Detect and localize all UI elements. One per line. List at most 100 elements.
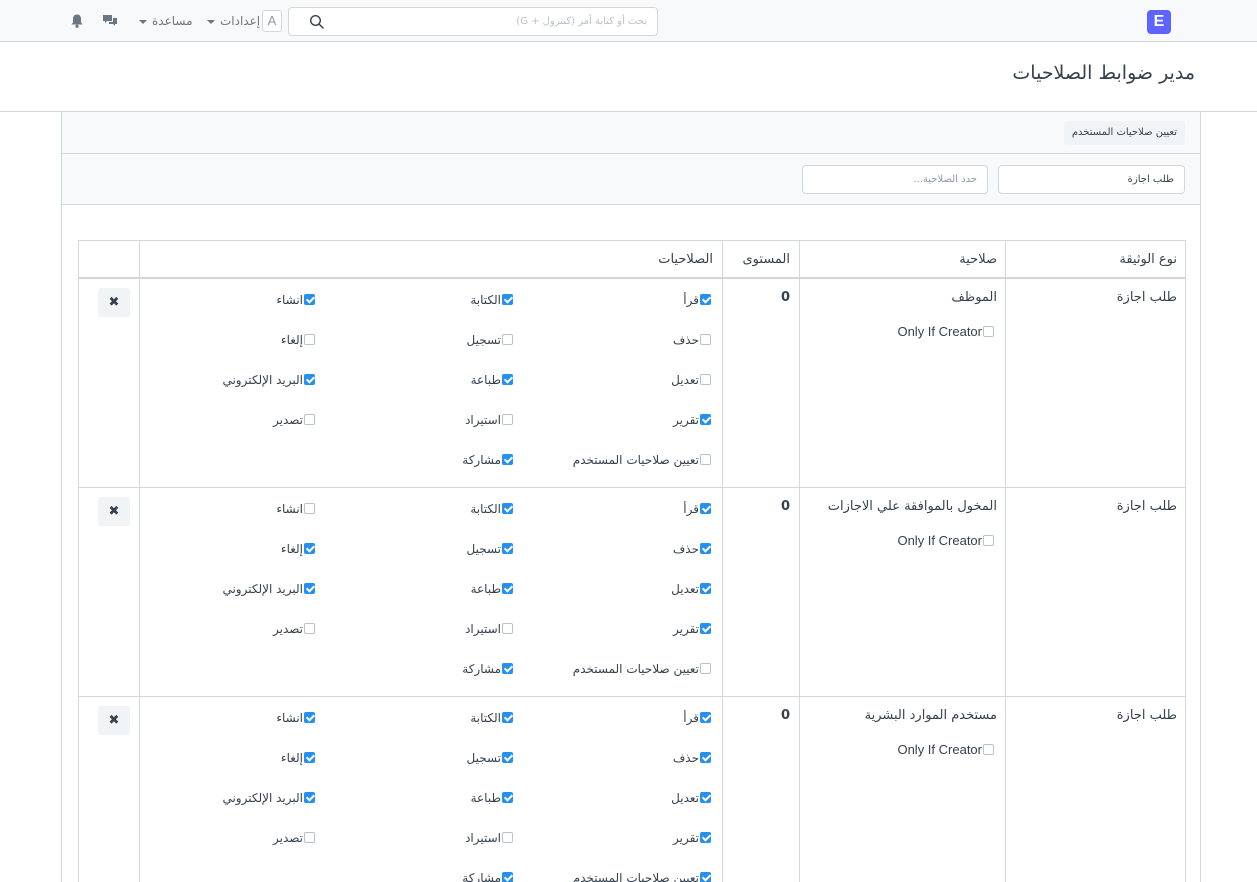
perm-set-user-permissions-checkbox[interactable]: تعيين صلاحيات المستخدم: [573, 661, 711, 677]
checkbox-icon[interactable]: [502, 454, 513, 465]
perm-create-checkbox[interactable]: انشاء: [276, 501, 315, 517]
checkbox-icon[interactable]: [700, 414, 711, 425]
checkbox-icon[interactable]: [502, 374, 513, 385]
role-filter-input[interactable]: حدد الصلاحية...: [802, 165, 988, 194]
perm-share-checkbox[interactable]: مشاركة: [462, 661, 513, 677]
checkbox-icon[interactable]: [304, 414, 315, 425]
checkbox-icon[interactable]: [700, 872, 711, 882]
perm-print-checkbox[interactable]: طباعة: [471, 372, 513, 388]
perm-share-checkbox[interactable]: مشاركة: [462, 452, 513, 468]
perm-amend-checkbox[interactable]: تعديل: [671, 372, 711, 388]
perm-export-checkbox[interactable]: تصدير: [273, 412, 315, 428]
perm-print-checkbox[interactable]: طباعة: [471, 790, 513, 806]
perm-amend-checkbox[interactable]: تعديل: [671, 790, 711, 806]
checkbox-icon[interactable]: [304, 832, 315, 843]
checkbox-icon[interactable]: [304, 543, 315, 554]
checkbox-icon[interactable]: [502, 414, 513, 425]
checkbox-icon[interactable]: [700, 792, 711, 803]
user-avatar[interactable]: A: [262, 10, 282, 32]
perm-import-checkbox[interactable]: استيراد: [465, 621, 513, 637]
app-logo[interactable]: E: [1147, 10, 1171, 34]
perm-import-checkbox[interactable]: استيراد: [465, 830, 513, 846]
only-if-creator-checkbox[interactable]: Only If Creator: [897, 742, 994, 757]
checkbox-icon[interactable]: [700, 832, 711, 843]
perm-cancel-checkbox[interactable]: إلغاء: [281, 541, 315, 557]
perm-print-checkbox[interactable]: طباعة: [471, 581, 513, 597]
only-if-creator-checkbox[interactable]: Only If Creator: [897, 533, 994, 548]
remove-row-button[interactable]: ✖: [98, 706, 130, 735]
perm-email-checkbox[interactable]: البريد الإلكتروني: [222, 790, 315, 806]
checkbox-icon[interactable]: [502, 663, 513, 674]
row-doctype[interactable]: طلب اجازة: [1117, 290, 1177, 305]
checkbox-icon[interactable]: [502, 503, 513, 514]
checkbox-icon[interactable]: [502, 712, 513, 723]
perm-delete-checkbox[interactable]: حذف: [673, 750, 711, 766]
checkbox-icon[interactable]: [304, 503, 315, 514]
checkbox-icon[interactable]: [502, 334, 513, 345]
checkbox-icon[interactable]: [304, 752, 315, 763]
perm-submit-checkbox[interactable]: تسجيل: [467, 750, 513, 766]
checkbox-icon[interactable]: [700, 663, 711, 674]
perm-delete-checkbox[interactable]: حذف: [673, 332, 711, 348]
row-doctype[interactable]: طلب اجازة: [1117, 499, 1177, 514]
checkbox-icon[interactable]: [700, 712, 711, 723]
checkbox-icon[interactable]: [304, 623, 315, 634]
perm-read-checkbox[interactable]: قرأ: [683, 292, 711, 308]
checkbox-icon[interactable]: [304, 374, 315, 385]
checkbox-icon[interactable]: [700, 623, 711, 634]
checkbox-icon[interactable]: [502, 832, 513, 843]
perm-share-checkbox[interactable]: مشاركة: [462, 870, 513, 882]
remove-row-button[interactable]: ✖: [98, 288, 130, 317]
remove-row-button[interactable]: ✖: [98, 497, 130, 526]
bell-icon[interactable]: [69, 13, 85, 29]
perm-import-checkbox[interactable]: استيراد: [465, 412, 513, 428]
checkbox-icon[interactable]: [700, 454, 711, 465]
checkbox-icon[interactable]: [983, 326, 994, 338]
perm-delete-checkbox[interactable]: حذف: [673, 541, 711, 557]
perm-write-checkbox[interactable]: الكتابة: [470, 710, 513, 726]
perm-email-checkbox[interactable]: البريد الإلكتروني: [222, 581, 315, 597]
checkbox-icon[interactable]: [502, 543, 513, 554]
checkbox-icon[interactable]: [700, 294, 711, 305]
perm-report-checkbox[interactable]: تقرير: [673, 412, 711, 428]
search-input[interactable]: بحث أو كتابة أمر (كنترول + G): [288, 7, 658, 36]
checkbox-icon[interactable]: [304, 792, 315, 803]
settings-dropdown[interactable]: إعدادات: [207, 0, 260, 42]
perm-export-checkbox[interactable]: تصدير: [273, 830, 315, 846]
checkbox-icon[interactable]: [983, 744, 994, 756]
checkbox-icon[interactable]: [502, 752, 513, 763]
checkbox-icon[interactable]: [304, 712, 315, 723]
row-doctype[interactable]: طلب اجازة: [1117, 708, 1177, 723]
checkbox-icon[interactable]: [502, 792, 513, 803]
perm-submit-checkbox[interactable]: تسجيل: [467, 541, 513, 557]
checkbox-icon[interactable]: [502, 623, 513, 634]
help-dropdown[interactable]: مساعدة: [139, 0, 193, 42]
perm-cancel-checkbox[interactable]: إلغاء: [281, 750, 315, 766]
doctype-filter-input[interactable]: طلب اجازة: [998, 165, 1185, 194]
checkbox-icon[interactable]: [502, 583, 513, 594]
checkbox-icon[interactable]: [700, 583, 711, 594]
checkbox-icon[interactable]: [700, 752, 711, 763]
only-if-creator-checkbox[interactable]: Only If Creator: [897, 324, 994, 339]
set-user-permissions-button[interactable]: تعيين صلاحيات المستخدم: [1063, 121, 1185, 145]
checkbox-icon[interactable]: [502, 872, 513, 882]
perm-report-checkbox[interactable]: تقرير: [673, 621, 711, 637]
perm-export-checkbox[interactable]: تصدير: [273, 621, 315, 637]
perm-create-checkbox[interactable]: انشاء: [276, 292, 315, 308]
perm-amend-checkbox[interactable]: تعديل: [671, 581, 711, 597]
checkbox-icon[interactable]: [304, 334, 315, 345]
checkbox-icon[interactable]: [502, 294, 513, 305]
perm-create-checkbox[interactable]: انشاء: [276, 710, 315, 726]
row-role[interactable]: المخول بالموافقة علي الاجازات: [828, 499, 997, 514]
chat-icon[interactable]: [102, 13, 118, 29]
perm-set-user-permissions-checkbox[interactable]: تعيين صلاحيات المستخدم: [573, 452, 711, 468]
perm-cancel-checkbox[interactable]: إلغاء: [281, 332, 315, 348]
perm-write-checkbox[interactable]: الكتابة: [470, 501, 513, 517]
checkbox-icon[interactable]: [700, 374, 711, 385]
checkbox-icon[interactable]: [700, 503, 711, 514]
checkbox-icon[interactable]: [700, 334, 711, 345]
perm-report-checkbox[interactable]: تقرير: [673, 830, 711, 846]
checkbox-icon[interactable]: [304, 583, 315, 594]
row-role[interactable]: الموظف: [951, 290, 997, 305]
checkbox-icon[interactable]: [304, 294, 315, 305]
